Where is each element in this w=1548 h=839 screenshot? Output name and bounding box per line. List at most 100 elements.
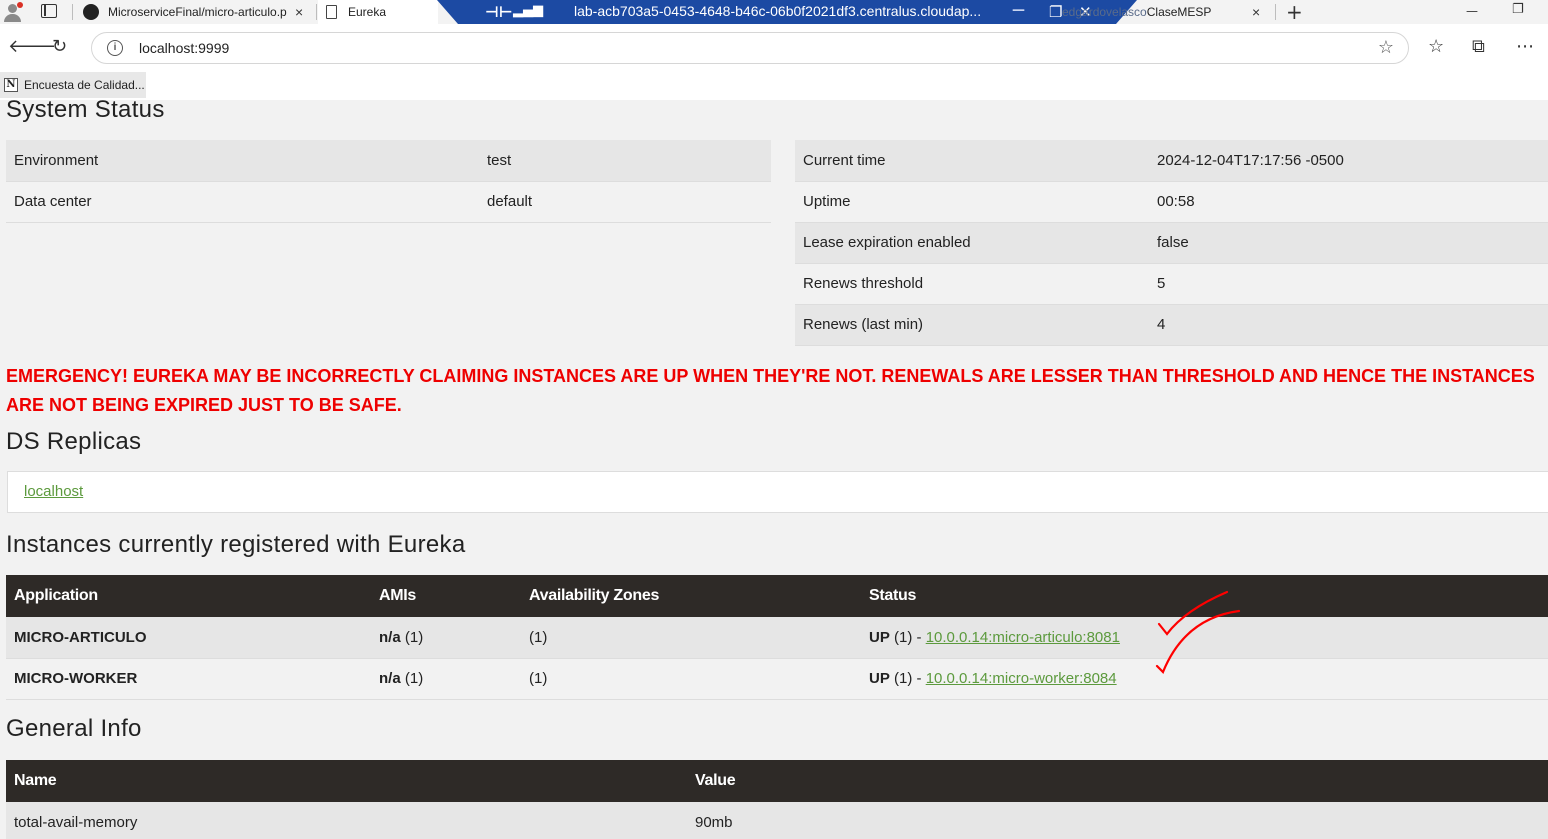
remote-session-bar[interactable]: ⊣⊢ ▂▄▆ lab-acb703a5-0453-4648-b46c-06b0f… [437, 0, 1137, 24]
status-value: 2024-12-04T17:17:56 -0500 [1149, 140, 1548, 182]
amis-value: n/a [379, 628, 401, 646]
navigation-bar: 🡐 ↻ i localhost:9999 ☆ ☆ ⧉ ⋯ [0, 24, 1548, 72]
address-url[interactable]: localhost:9999 [139, 40, 229, 56]
status-label: Current time [795, 140, 1149, 182]
restore-window-icon[interactable]: ❐ [1512, 2, 1524, 17]
tab-divider [72, 4, 73, 20]
status-label: Renews threshold [795, 263, 1149, 305]
tab-divider [316, 4, 317, 20]
page-icon [326, 5, 337, 19]
instance-link[interactable]: 10.0.0.14:micro-worker:8084 [926, 670, 1117, 687]
close-tab-icon[interactable]: × [295, 4, 303, 20]
general-info-title: General Info [6, 715, 142, 742]
table-row: MICRO-WORKER n/a (1) (1) UP (1) - 10.0.0… [6, 658, 1548, 700]
application-name: MICRO-ARTICULO [6, 617, 371, 659]
new-tab-icon[interactable]: + [1286, 0, 1303, 24]
table-row: Environment test [6, 140, 771, 182]
replica-list: localhost [7, 471, 1548, 513]
tab-clasemesp-title: ClaseMESP [1146, 5, 1212, 19]
signal-icon: ▂▄▆ [513, 3, 543, 18]
amis-value: n/a [379, 670, 401, 687]
status-label: Renews (last min) [795, 304, 1149, 346]
table-header-row: Application AMIs Availability Zones Stat… [6, 575, 1548, 617]
status-label: Data center [6, 181, 479, 223]
table-row: MICRO-ARTICULO n/a (1) (1) UP (1) - 10.0… [6, 617, 1548, 659]
table-row: Renews threshold 5 [795, 263, 1548, 305]
status-up: UP [869, 670, 890, 687]
instances-table: Application AMIs Availability Zones Stat… [6, 575, 1548, 700]
eureka-dashboard: System Status Environment test Data cent… [0, 100, 1548, 839]
table-row: Lease expiration enabled false [795, 222, 1548, 264]
favorite-label: Encuesta de Calidad... [24, 78, 145, 92]
table-row: total-avail-memory 90mb [6, 802, 1548, 839]
application-name: MICRO-WORKER [6, 658, 371, 700]
status-count: (1) - [894, 670, 922, 687]
site-info-icon[interactable]: i [107, 40, 123, 56]
status-value: false [1149, 222, 1548, 264]
minimize-window-icon[interactable]: — [1466, 4, 1478, 18]
remote-overlay-text: edgardovelasco [1062, 5, 1147, 19]
status-up: UP [869, 628, 890, 646]
status-value: default [479, 181, 771, 223]
table-row: Data center default [6, 181, 771, 223]
tab-clasemesp[interactable]: edgardovelasco ClaseMESP × [1060, 0, 1275, 24]
zones-cell: (1) [521, 658, 861, 700]
favorites-icon[interactable]: ☆ [1428, 37, 1444, 57]
favorite-star-icon[interactable]: ☆ [1378, 37, 1394, 58]
tab-github-title: MicroserviceFinal/micro-articulo.p [108, 5, 287, 19]
general-info-table: Name Value total-avail-memory 90mb [6, 760, 1548, 839]
system-status-left-table: Environment test Data center default [6, 140, 771, 223]
status-value: 00:58 [1149, 181, 1548, 223]
ds-replicas-title: DS Replicas [6, 428, 142, 455]
address-bar[interactable]: i localhost:9999 ☆ [91, 32, 1409, 64]
check-mark-1 [1157, 590, 1229, 636]
tab-divider [1275, 4, 1276, 20]
instance-link[interactable]: 10.0.0.14:micro-articulo:8081 [926, 629, 1120, 646]
zones-cell: (1) [521, 617, 861, 659]
info-value: 90mb [687, 802, 1548, 839]
close-tab-icon[interactable]: × [1252, 4, 1260, 20]
status-label: Uptime [795, 181, 1149, 223]
tab-actions-icon[interactable] [41, 4, 57, 18]
favorite-item[interactable]: N Encuesta de Calidad... [0, 72, 146, 98]
replica-link[interactable]: localhost [24, 483, 83, 500]
amis-cell: n/a (1) [371, 658, 521, 700]
tab-eureka[interactable]: Eureka [318, 0, 438, 24]
column-header: AMIs [371, 575, 521, 617]
refresh-icon[interactable]: ↻ [52, 37, 67, 57]
tab-strip: MicroserviceFinal/micro-articulo.p × Eur… [0, 0, 1548, 24]
more-options-icon[interactable]: ⋯ [1516, 37, 1534, 57]
column-header: Application [6, 575, 371, 617]
table-row: Current time 2024-12-04T17:17:56 -0500 [795, 140, 1548, 182]
column-header: Value [687, 760, 1548, 802]
annotation-checkmarks [1155, 590, 1241, 674]
amis-count: (1) [404, 628, 424, 646]
remote-session-title: lab-acb703a5-0453-4648-b46c-06b0f2021df3… [574, 3, 982, 19]
instances-title: Instances currently registered with Eure… [6, 531, 466, 558]
status-value: 5 [1149, 263, 1548, 305]
status-value: test [479, 140, 771, 182]
system-status-right-table: Current time 2024-12-04T17:17:56 -0500 U… [795, 140, 1548, 346]
system-status-title: System Status [6, 100, 165, 123]
status-label: Environment [6, 140, 479, 182]
github-icon [83, 4, 99, 20]
back-icon[interactable]: 🡐 [8, 37, 56, 57]
table-header-row: Name Value [6, 760, 1548, 802]
collections-icon[interactable]: ⧉ [1472, 37, 1485, 57]
status-count: (1) - [894, 628, 922, 646]
profile-icon[interactable] [2, 2, 24, 22]
check-mark-2 [1155, 609, 1241, 674]
tab-eureka-title: Eureka [348, 5, 387, 19]
emergency-warning: EMERGENCY! EUREKA MAY BE INCORRECTLY CLA… [6, 366, 1535, 415]
info-name: total-avail-memory [6, 802, 687, 839]
favorites-bar: N Encuesta de Calidad... [0, 72, 1548, 100]
column-header: Availability Zones [521, 575, 861, 617]
pin-icon[interactable]: ⊣⊢ [485, 3, 512, 21]
notion-icon: N [4, 78, 18, 92]
minimize-remote-icon[interactable]: — [1012, 3, 1025, 18]
status-label: Lease expiration enabled [795, 222, 1149, 264]
tab-github[interactable]: MicroserviceFinal/micro-articulo.p × [80, 0, 316, 24]
amis-cell: n/a (1) [371, 617, 521, 659]
status-value: 4 [1149, 304, 1548, 346]
table-row: Uptime 00:58 [795, 181, 1548, 223]
